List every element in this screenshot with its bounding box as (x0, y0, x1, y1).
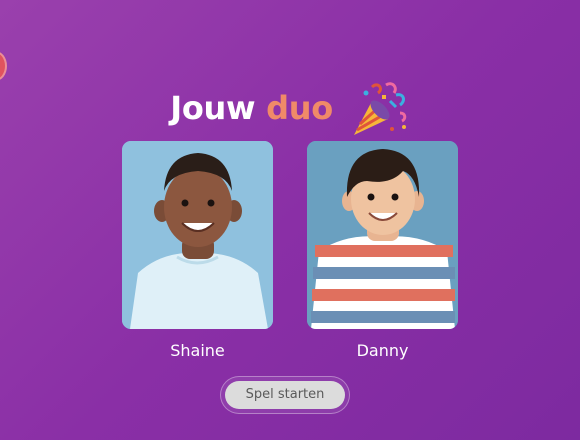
player-photo-2 (307, 141, 458, 329)
party-popper-icon (348, 79, 410, 139)
title-word-1: Jouw (170, 89, 256, 127)
close-icon[interactable] (0, 51, 7, 81)
player-name-2: Danny (356, 341, 409, 360)
page-title: Jouw duo (0, 79, 580, 139)
start-button-frame: Spel starten (220, 376, 350, 414)
start-game-button[interactable]: Spel starten (225, 381, 345, 409)
player-photo-1 (122, 141, 273, 329)
title-word-2: duo (266, 89, 333, 127)
player-name-1: Shaine (170, 341, 225, 360)
